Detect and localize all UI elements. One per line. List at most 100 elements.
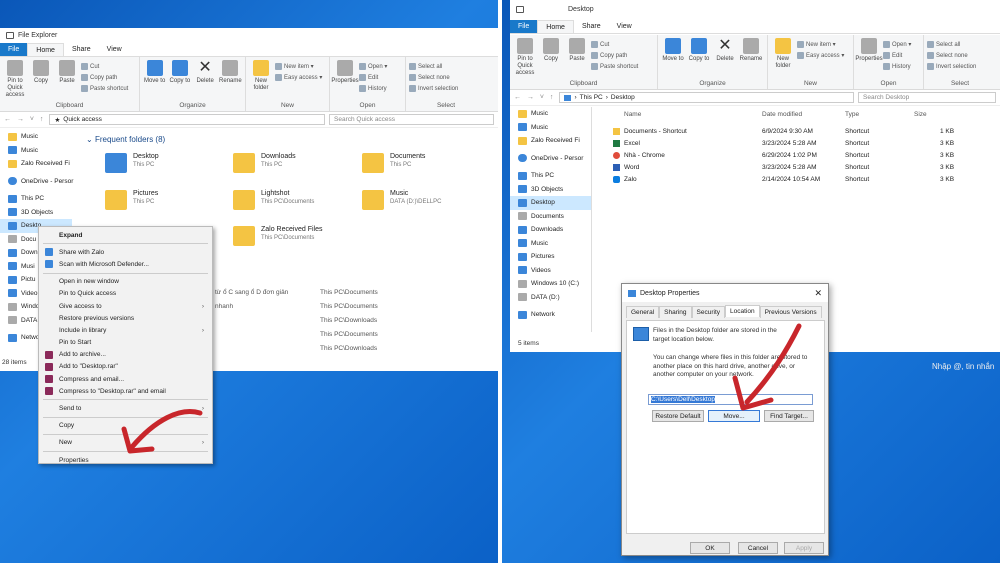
menu-item-add-archive[interactable]: Add to archive... xyxy=(39,349,212,361)
menu-item-include-library[interactable]: Include in library › xyxy=(39,324,212,336)
folder-tile-zalo[interactable]: Zalo Received Files This PC\Documents xyxy=(233,226,322,246)
tab-general[interactable]: General xyxy=(626,306,660,318)
nav-item-pictures[interactable]: Pictures xyxy=(510,250,591,264)
menu-item-new[interactable]: New › xyxy=(39,437,212,449)
select-none-button[interactable]: Select none xyxy=(927,51,976,60)
history-button[interactable]: History xyxy=(359,84,387,93)
menu-item-send-to[interactable]: Send to › xyxy=(39,402,212,414)
tab-previous-versions[interactable]: Previous Versions xyxy=(759,306,822,318)
easy-access-button[interactable]: Easy access ▾ xyxy=(797,51,844,60)
select-all-button[interactable]: Select all xyxy=(927,40,976,49)
column-type[interactable]: Type xyxy=(845,111,859,118)
search-input[interactable]: Search Quick access xyxy=(329,114,494,125)
apply-button[interactable]: Apply xyxy=(784,542,824,554)
column-date[interactable]: Date modified xyxy=(762,111,802,118)
select-none-button[interactable]: Select none xyxy=(409,73,458,82)
copy-path-button[interactable]: Copy path xyxy=(81,73,128,82)
menu-item-share-zalo[interactable]: Share with Zalo xyxy=(39,246,212,258)
address-bar[interactable]: › This PC › Desktop xyxy=(559,92,854,103)
menu-item-properties[interactable]: Properties xyxy=(39,454,212,466)
tab-file[interactable]: File xyxy=(0,43,28,56)
open-button[interactable]: Open ▾ xyxy=(883,40,911,49)
tab-share[interactable]: Share xyxy=(64,43,99,56)
restore-default-button[interactable]: Restore Default xyxy=(652,410,704,422)
cancel-button[interactable]: Cancel xyxy=(738,542,778,554)
menu-item-open-new-window[interactable]: Open in new window xyxy=(39,276,212,288)
tab-security[interactable]: Security xyxy=(691,306,726,318)
nav-item-documents[interactable]: Documents xyxy=(510,210,591,224)
menu-item-compress-rar-email[interactable]: Compress to "Desktop.rar" and email xyxy=(39,385,212,397)
cut-button[interactable]: Cut xyxy=(81,62,128,71)
menu-item-expand[interactable]: Expand xyxy=(39,229,212,241)
nav-arrows-icon[interactable]: ← → ˅ ↑ xyxy=(4,116,45,123)
new-item-button[interactable]: New item ▾ xyxy=(797,40,844,49)
select-all-button[interactable]: Select all xyxy=(409,62,458,71)
file-row[interactable]: Zalo 2/14/2024 10:54 AM Shortcut 3 KB xyxy=(510,173,1000,185)
new-item-button[interactable]: New item ▾ xyxy=(275,62,322,71)
open-button[interactable]: Open ▾ xyxy=(359,62,387,71)
menu-item-add-rar[interactable]: Add to "Desktop.rar" xyxy=(39,361,212,373)
nav-item-this-pc[interactable]: This PC xyxy=(0,192,72,206)
tab-home[interactable]: Home xyxy=(27,43,64,56)
folder-tile-desktop[interactable]: Desktop This PC xyxy=(105,153,159,173)
folder-tile-lightshot[interactable]: Lightshot This PC\Documents xyxy=(233,190,314,210)
tab-view[interactable]: View xyxy=(99,43,130,56)
easy-access-button[interactable]: Easy access ▾ xyxy=(275,73,322,82)
history-button[interactable]: History xyxy=(883,62,911,71)
move-button[interactable]: Move... xyxy=(708,410,760,422)
menu-item-scan-defender[interactable]: Scan with Microsoft Defender... xyxy=(39,258,212,270)
column-name[interactable]: Name xyxy=(624,111,641,118)
folder-tile-pictures[interactable]: Pictures This PC xyxy=(105,190,158,210)
find-target-button[interactable]: Find Target... xyxy=(764,410,814,422)
nav-item-3d-objects[interactable]: 3D Objects xyxy=(0,206,72,220)
menu-item-pin-start[interactable]: Pin to Start xyxy=(39,337,212,349)
paste-shortcut-button[interactable]: Paste shortcut xyxy=(81,84,128,93)
edit-button[interactable]: Edit xyxy=(883,51,911,60)
nav-item-music-pc[interactable]: Music xyxy=(510,237,591,251)
tab-view[interactable]: View xyxy=(609,20,640,33)
tab-file[interactable]: File xyxy=(510,20,538,33)
cut-button[interactable]: Cut xyxy=(591,40,638,49)
nav-item-windows-c[interactable]: Windows 10 (C:) xyxy=(510,277,591,291)
file-row[interactable]: Documents - Shortcut 6/9/2024 9:30 AM Shor… xyxy=(510,125,1000,137)
nav-item-music[interactable]: Music xyxy=(0,144,72,158)
tab-location[interactable]: Location xyxy=(725,305,760,317)
nav-item-videos[interactable]: Videos xyxy=(510,264,591,278)
menu-item-compress-email[interactable]: Compress and email... xyxy=(39,373,212,385)
nav-item-data-d[interactable]: DATA (D:) xyxy=(510,291,591,305)
nav-item-network[interactable]: Network xyxy=(510,308,591,322)
copy-path-button[interactable]: Copy path xyxy=(591,51,638,60)
folder-tile-music[interactable]: Music DATA (D:)\DELLPC xyxy=(362,190,441,210)
edit-button[interactable]: Edit xyxy=(359,73,387,82)
nav-arrows-icon[interactable]: ← → ˅ ↑ xyxy=(514,94,555,101)
location-path-input[interactable]: C:\Users\Dell\Desktop xyxy=(648,394,813,405)
menu-item-copy[interactable]: Copy xyxy=(39,420,212,432)
folder-tile-downloads[interactable]: Downloads This PC xyxy=(233,153,296,173)
file-row[interactable]: Nhà - Chrome 6/29/2024 1:02 PM Shortcut 3 K… xyxy=(510,149,1000,161)
ok-button[interactable]: OK xyxy=(690,542,730,554)
tab-sharing[interactable]: Sharing xyxy=(659,306,692,318)
file-row[interactable]: Word 3/23/2024 5:28 AM Shortcut 3 KB xyxy=(510,161,1000,173)
menu-item-pin-quick-access[interactable]: Pin to Quick access xyxy=(39,288,212,300)
tab-home[interactable]: Home xyxy=(537,20,574,33)
nav-item-downloads[interactable]: Downloads xyxy=(510,223,591,237)
invert-selection-button[interactable]: Invert selection xyxy=(409,84,458,93)
menu-item-give-access[interactable]: Give access to › xyxy=(39,300,212,312)
menu-item-restore-versions[interactable]: Restore previous versions xyxy=(39,312,212,324)
column-size[interactable]: Size xyxy=(914,111,927,118)
folder-tile-documents[interactable]: Documents This PC xyxy=(362,153,425,173)
address-bar[interactable]: ★ Quick access xyxy=(49,114,325,125)
nav-item-desktop[interactable]: Desktop xyxy=(510,196,591,210)
file-row[interactable]: Excel 3/23/2024 5:28 AM Shortcut 3 KB xyxy=(510,137,1000,149)
close-icon[interactable]: ✕ xyxy=(814,288,822,299)
nav-item-zalo[interactable]: Zalo Received Fi xyxy=(0,157,72,171)
recent-item-name[interactable]: từ ổ C sang ổ D đơn giản xyxy=(215,289,288,296)
frequent-folders-header[interactable]: ⌄ Frequent folders (8) xyxy=(86,135,165,144)
nav-item-onedrive[interactable]: OneDrive - Persor xyxy=(0,175,73,189)
recent-item-name[interactable]: nhanh xyxy=(215,303,233,310)
invert-selection-button[interactable]: Invert selection xyxy=(927,62,976,71)
paste-shortcut-button[interactable]: Paste shortcut xyxy=(591,62,638,71)
search-input[interactable]: Search Desktop xyxy=(858,92,996,103)
nav-item-music[interactable]: Music xyxy=(0,130,72,144)
tab-share[interactable]: Share xyxy=(574,20,609,33)
